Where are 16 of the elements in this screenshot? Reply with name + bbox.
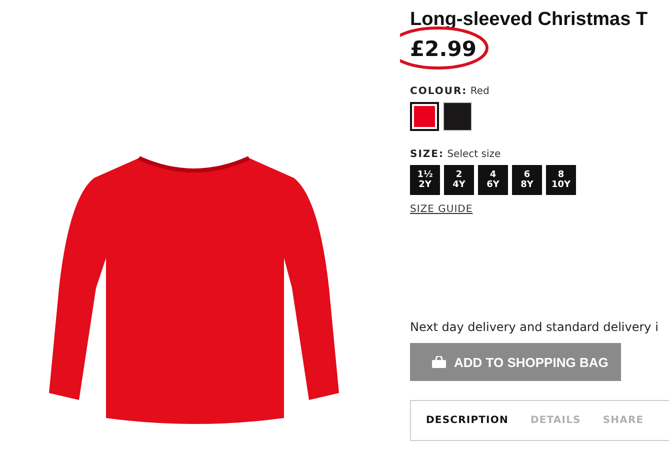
size-option[interactable]: 6 8Y: [512, 165, 542, 195]
price: £2.99: [410, 37, 476, 61]
size-option[interactable]: 1½ 2Y: [410, 165, 440, 195]
size-option[interactable]: 2 4Y: [444, 165, 474, 195]
colour-label: COLOUR:: [410, 86, 468, 97]
tab[interactable]: DESCRIPTION: [426, 401, 508, 440]
size-value: Select size: [447, 149, 501, 160]
colour-swatch[interactable]: [410, 102, 439, 131]
delivery-info: Next day delivery and standard delivery i: [410, 320, 660, 334]
size-guide-link[interactable]: SIZE GUIDE: [410, 204, 473, 215]
colour-value: Red: [470, 86, 490, 97]
bag-icon: [432, 356, 446, 368]
product-title: Long-sleeved Christmas T: [410, 8, 649, 32]
size-label: SIZE:: [410, 149, 444, 160]
size-option[interactable]: 8 10Y: [546, 165, 576, 195]
size-option[interactable]: 4 6Y: [478, 165, 508, 195]
